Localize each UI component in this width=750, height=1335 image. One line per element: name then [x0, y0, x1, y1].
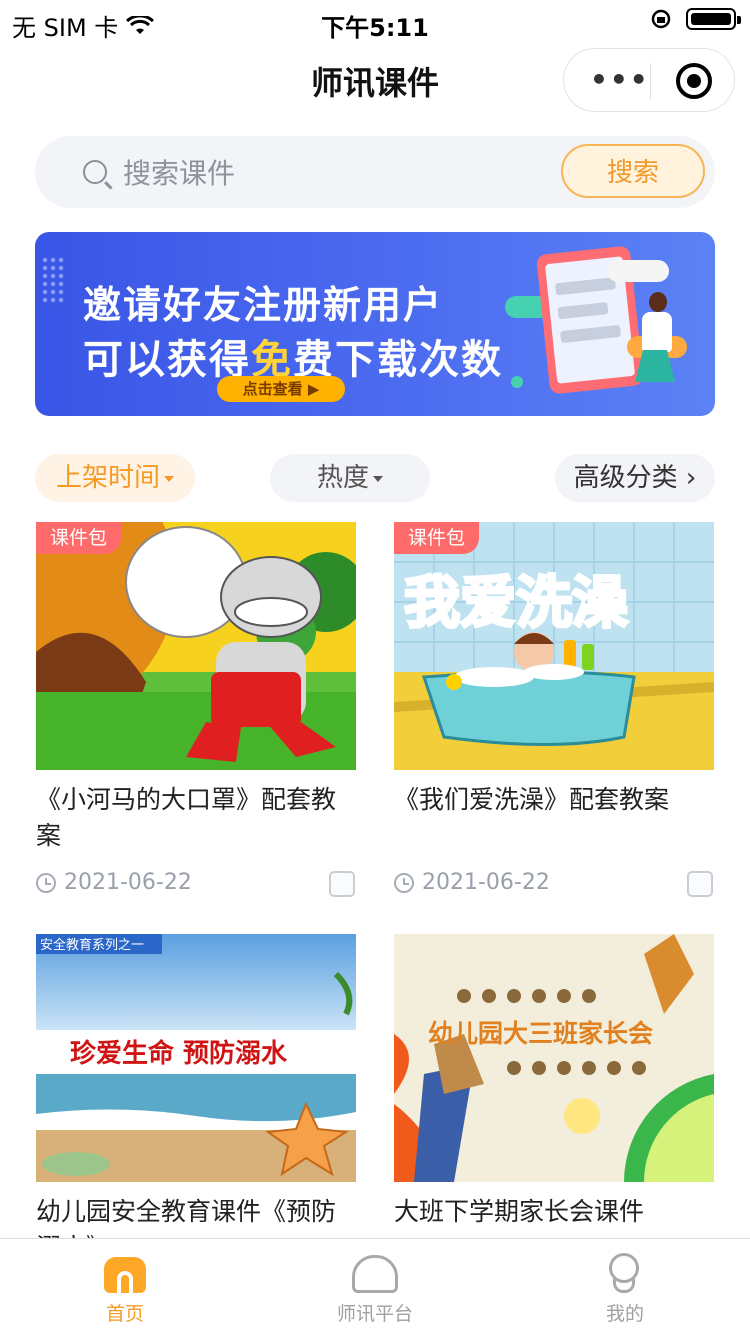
filter-shelf-time-label: 上架时间 — [55, 463, 160, 493]
status-right — [650, 8, 741, 30]
card-image-parent-meeting[interactable]: 幼儿园大三班家长会 — [394, 934, 714, 1182]
filter-shelf-time[interactable]: 上架时间 — [35, 454, 195, 502]
card-title[interactable]: 《我们爱洗澡》配套教案 — [394, 782, 714, 818]
bath-image-title: 我爱洗澡 — [404, 571, 628, 636]
banner-dot-pattern — [41, 256, 65, 306]
banner-deco-bubble — [607, 260, 669, 282]
image-main-label: 幼儿园大三班家长会 — [428, 1019, 653, 1048]
beach-illustration: 安全教育系列之一 珍爱生命 预防溺水 — [36, 934, 356, 1182]
tab-home-label: 首页 — [105, 1303, 144, 1325]
card-title[interactable]: 《小河马的大口罩》配套教案 — [36, 782, 356, 854]
card-date-text: 2021-06-22 — [422, 870, 550, 895]
filter-popularity[interactable]: 热度 — [270, 454, 430, 502]
tab-mine[interactable]: 我的 — [500, 1239, 750, 1335]
card-image-hippo[interactable]: 课件包 — [36, 522, 356, 770]
search-button[interactable]: 搜索 — [561, 144, 705, 198]
banner-deco-dot — [511, 376, 523, 388]
hippo-illustration — [36, 522, 356, 770]
tab-mine-label: 我的 — [605, 1303, 644, 1325]
tab-platform-label: 师讯平台 — [336, 1303, 413, 1325]
search-bar: 搜索 — [35, 136, 715, 208]
card-checkbox[interactable] — [329, 871, 355, 897]
alarm-clock-icon — [36, 872, 56, 893]
filter-popularity-label: 热度 — [316, 463, 369, 493]
orientation-lock-icon — [651, 9, 671, 29]
elephant-icon — [352, 1255, 398, 1293]
status-time: 下午5:11 — [321, 14, 429, 42]
bath-illustration: 我爱洗澡 — [394, 522, 714, 770]
image-main-label: 珍爱生命 预防溺水 — [70, 1038, 288, 1069]
capsule-divider — [650, 63, 651, 99]
mini-program-capsule: ••• — [563, 48, 735, 112]
banner-cta-button[interactable]: 点击查看 ▶ — [217, 376, 345, 402]
promo-banner[interactable]: 邀请好友注册新用户 可以获得免费下载次数 点击查看 ▶ — [35, 232, 715, 416]
image-series-label: 安全教育系列之一 — [40, 937, 144, 953]
course-package-tag: 课件包 — [394, 522, 480, 554]
battery-icon — [686, 8, 741, 30]
user-icon-base — [613, 1279, 635, 1293]
more-dots-icon[interactable]: ••• — [590, 66, 650, 94]
alarm-clock-icon — [394, 872, 414, 893]
card-image-bath[interactable]: 我爱洗澡 课件包 — [394, 522, 714, 770]
course-package-tag: 课件包 — [36, 522, 122, 554]
caret-down-icon — [373, 475, 383, 482]
girl-illustration-body — [642, 312, 672, 352]
search-input[interactable] — [121, 152, 545, 194]
caret-down-icon — [164, 475, 174, 482]
banner-headline: 邀请好友注册新用户 — [83, 283, 444, 327]
target-circle-icon[interactable] — [676, 63, 712, 99]
card-date-text: 2021-06-22 — [64, 870, 192, 895]
card-date: 2021-06-22 — [36, 870, 192, 895]
girl-illustration-head — [649, 292, 667, 312]
card-title[interactable]: 大班下学期家长会课件 — [394, 1194, 714, 1238]
tab-bar: 首页 师讯平台 我的 — [0, 1238, 750, 1335]
home-icon — [104, 1257, 146, 1293]
search-icon — [83, 160, 107, 184]
card-date: 2021-06-22 — [394, 870, 550, 895]
parent-meeting-illustration: 幼儿园大三班家长会 — [394, 934, 714, 1182]
tab-platform[interactable]: 师讯平台 — [250, 1239, 500, 1335]
tab-home[interactable]: 首页 — [0, 1239, 250, 1335]
card-image-drowning-safety[interactable]: 安全教育系列之一 珍爱生命 预防溺水 — [36, 934, 356, 1182]
status-bar: 无 SIM 卡 下午5:11 — [0, 0, 750, 44]
card-title[interactable]: 幼儿园安全教育课件《预防溺水》 — [36, 1194, 356, 1238]
card-checkbox[interactable] — [687, 871, 713, 897]
filter-advanced-category[interactable]: 高级分类 › — [555, 454, 715, 502]
